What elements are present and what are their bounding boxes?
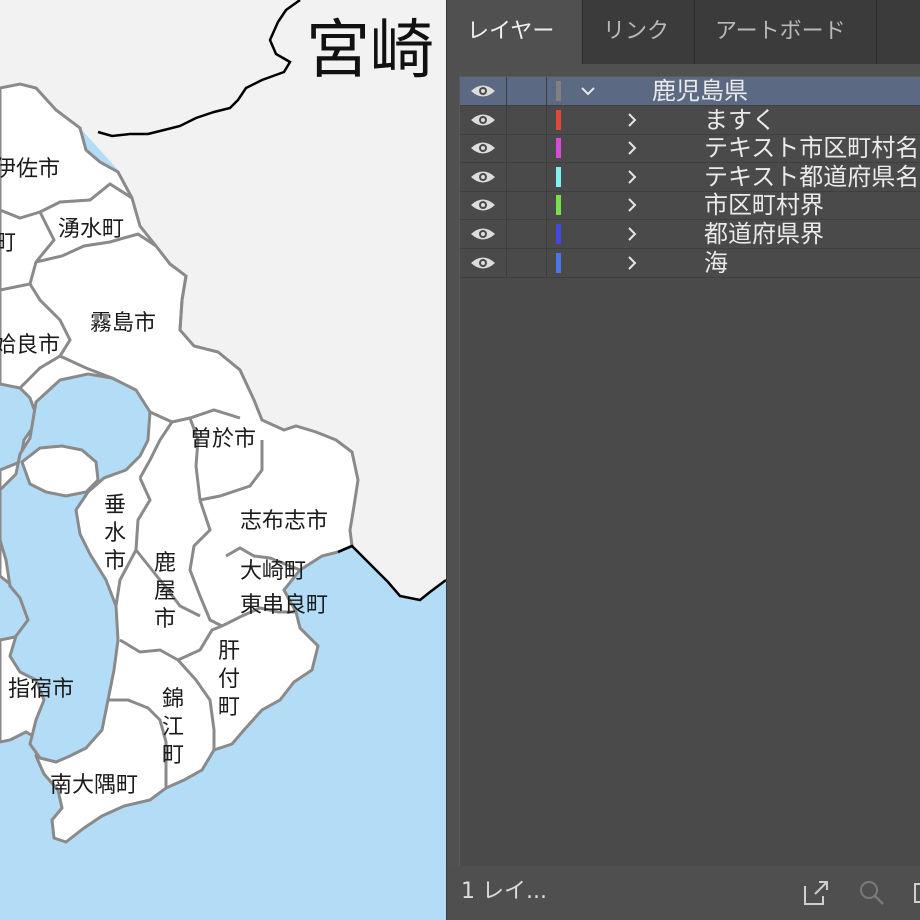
chevron-right-icon[interactable] <box>624 112 640 128</box>
layer-row[interactable]: テキスト都道府県名 <box>460 162 920 192</box>
layer-name[interactable]: 市区町村界 <box>704 191 824 219</box>
panel-tab-bar: レイヤー リンク アートボード <box>447 0 920 64</box>
tab-artboards[interactable]: アートボード <box>695 0 877 64</box>
map-label-kirishima: 霧島市 <box>90 311 156 336</box>
chevron-right-icon[interactable] <box>624 226 640 242</box>
layers-panel: レイヤー リンク アートボード 鹿児島県 ますく テキスト市区町村名 テキスト都道府県… <box>446 0 920 920</box>
panel-footer: 1 レイ... <box>447 866 920 920</box>
map-label-aira: 姶良市 <box>0 333 60 358</box>
layer-row[interactable]: 市区町村界 <box>460 191 920 221</box>
layer-name[interactable]: 都道府県界 <box>704 220 824 248</box>
chevron-down-icon[interactable] <box>580 83 596 99</box>
layer-name[interactable]: 海 <box>704 249 728 277</box>
eye-icon[interactable] <box>470 226 496 242</box>
tab-layers[interactable]: レイヤー <box>447 0 583 64</box>
map-label-kimotsuki: 肝付町 <box>218 639 240 720</box>
layer-name[interactable]: テキスト市区町村名 <box>704 134 919 162</box>
column-divider <box>546 162 547 191</box>
column-divider <box>506 162 507 191</box>
new-layer-icon[interactable] <box>909 878 920 908</box>
column-divider <box>546 105 547 134</box>
layer-color-swatch <box>556 81 561 101</box>
column-divider <box>506 191 507 220</box>
layer-name[interactable]: 鹿児島県 <box>652 77 748 105</box>
map-label-shibushi: 志布志市 <box>240 509 328 534</box>
eye-icon[interactable] <box>470 255 496 271</box>
layer-row[interactable]: 都道府県界 <box>460 220 920 249</box>
column-divider <box>506 134 507 163</box>
column-divider <box>506 77 507 105</box>
layer-row[interactable]: 海 <box>460 248 920 278</box>
column-divider <box>506 220 507 248</box>
map-label-yusui: 湧水町 <box>58 217 124 242</box>
map-label-osaki: 大崎町 <box>240 559 306 584</box>
column-divider <box>546 220 547 248</box>
chevron-right-icon[interactable] <box>624 197 640 213</box>
layer-row[interactable]: ますく <box>460 105 920 135</box>
column-divider <box>546 191 547 220</box>
column-divider <box>546 248 547 277</box>
layer-color-swatch <box>556 224 561 244</box>
layer-color-swatch <box>556 109 561 130</box>
map-label-aira-frag: 町 <box>0 231 16 256</box>
map-label-soo: 曽於市 <box>190 427 256 452</box>
eye-icon[interactable] <box>470 169 496 185</box>
column-divider <box>546 134 547 163</box>
layer-name[interactable]: テキスト都道府県名 <box>704 163 919 191</box>
layer-row[interactable]: テキスト市区町村名 <box>460 134 920 164</box>
column-divider <box>506 105 507 134</box>
layer-count: 1 レイ... <box>461 879 547 904</box>
map-label-higashikushira: 東串良町 <box>240 593 328 618</box>
map-title-miyazaki: 宮崎 <box>306 14 434 88</box>
layer-row[interactable]: 鹿児島県 <box>460 77 920 106</box>
eye-icon[interactable] <box>470 112 496 128</box>
eye-icon[interactable] <box>470 140 496 156</box>
column-divider <box>546 77 547 105</box>
layer-color-swatch <box>556 252 561 273</box>
map-label-kanoya: 鹿屋市 <box>154 551 176 632</box>
map-label-tarumizu: 垂水市 <box>104 493 126 574</box>
eye-icon[interactable] <box>470 83 496 99</box>
search-icon[interactable] <box>857 878 887 908</box>
layer-color-swatch <box>556 195 561 216</box>
column-divider <box>506 248 507 277</box>
map-label-ibusuki: 指宿市 <box>8 677 74 702</box>
layer-color-swatch <box>556 166 561 187</box>
chevron-right-icon[interactable] <box>624 169 640 185</box>
chevron-right-icon[interactable] <box>624 255 640 271</box>
tab-links[interactable]: リンク <box>583 0 695 64</box>
layer-color-swatch <box>556 138 561 159</box>
map-label-minamiosumi: 南大隅町 <box>50 773 138 798</box>
layer-list: 鹿児島県 ますく テキスト市区町村名 テキスト都道府県名 市区町村界 都道府県界海 <box>459 76 920 867</box>
eye-icon[interactable] <box>470 197 496 213</box>
map-label-isa: 伊佐市 <box>0 157 60 182</box>
export-icon[interactable] <box>801 878 831 908</box>
layer-name[interactable]: ますく <box>704 106 776 134</box>
chevron-right-icon[interactable] <box>624 140 640 156</box>
map-label-kinko: 錦江町 <box>162 687 184 768</box>
